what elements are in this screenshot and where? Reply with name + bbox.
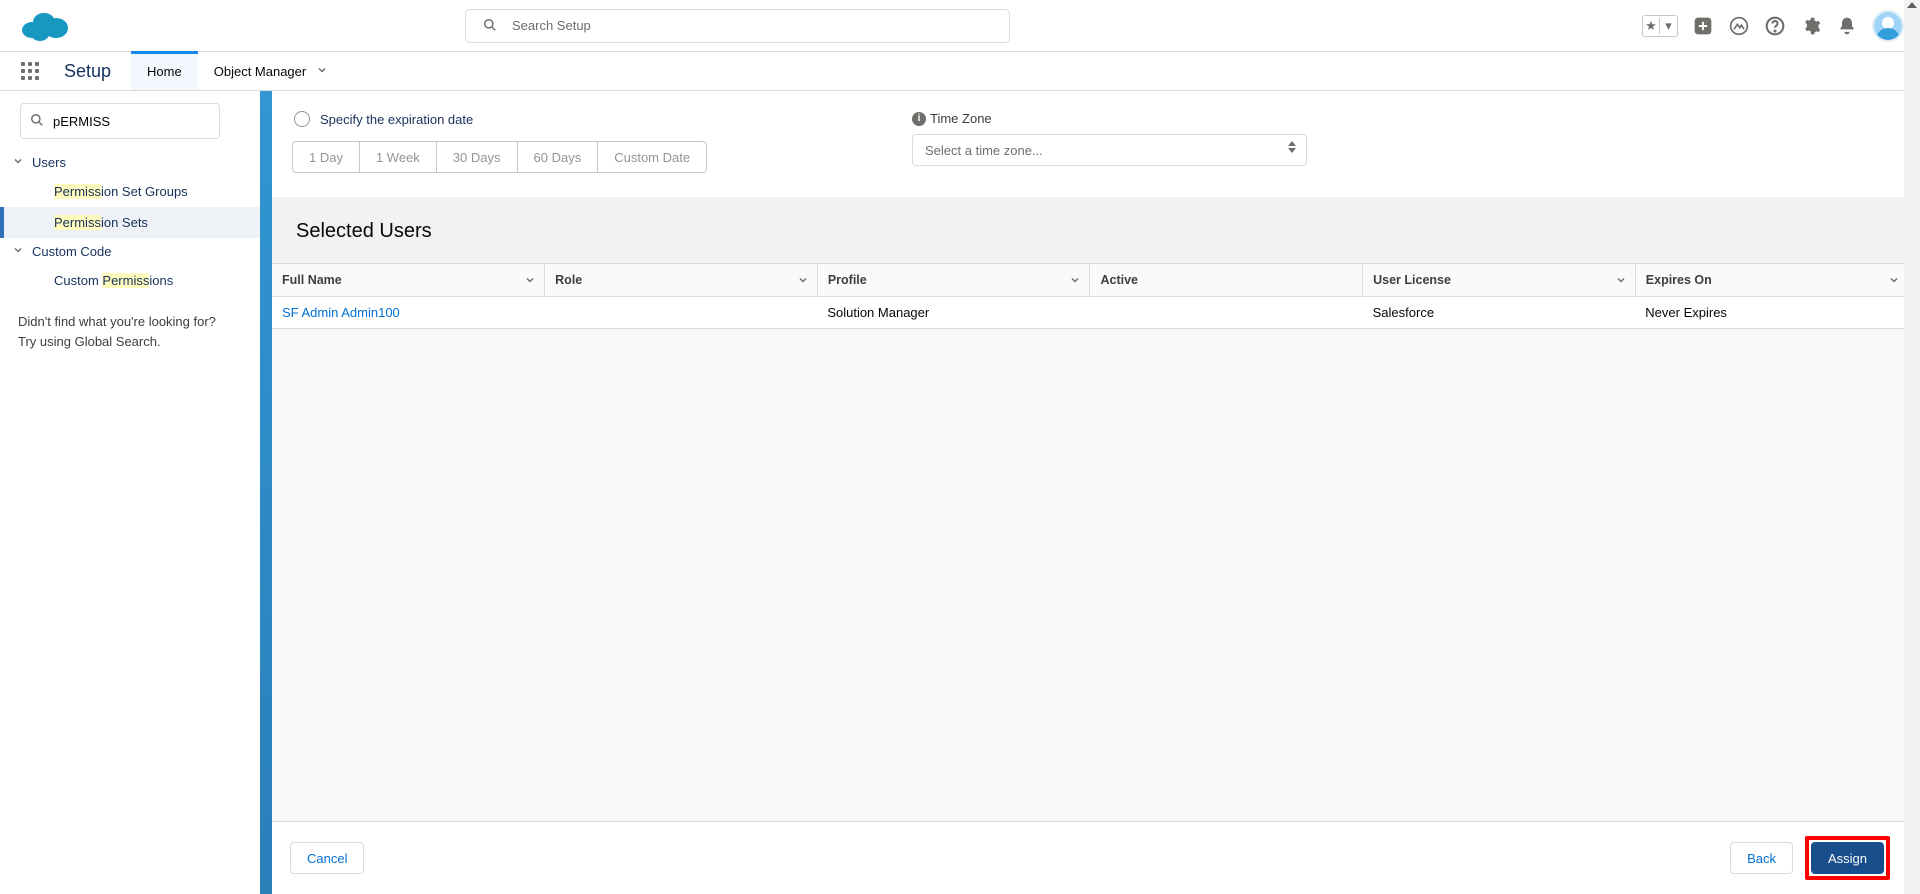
sidebar-section-users[interactable]: Users bbox=[0, 149, 260, 176]
expiration-radio[interactable] bbox=[294, 111, 310, 127]
tab-home[interactable]: Home bbox=[131, 52, 198, 90]
row-role bbox=[545, 296, 818, 328]
search-icon bbox=[30, 113, 44, 130]
trailhead-icon[interactable] bbox=[1728, 15, 1750, 37]
duration-60days[interactable]: 60 Days bbox=[518, 141, 599, 173]
sidebar-item-custom-permissions[interactable]: Custom Permissions bbox=[0, 265, 260, 296]
app-name: Setup bbox=[44, 52, 131, 90]
chevron-down-icon[interactable] bbox=[524, 274, 536, 289]
main-canvas: Specify the expiration date 1 Day 1 Week… bbox=[272, 91, 1908, 894]
info-icon: i bbox=[912, 112, 926, 126]
chevron-down-icon bbox=[12, 155, 24, 170]
row-license: Salesforce bbox=[1363, 296, 1636, 328]
duration-button-group: 1 Day 1 Week 30 Days 60 Days Custom Date bbox=[292, 141, 892, 173]
favorites-dropdown[interactable]: ★ ▾ bbox=[1642, 15, 1678, 37]
cancel-button[interactable]: Cancel bbox=[290, 842, 364, 874]
sidebar-quickfind-input[interactable] bbox=[20, 103, 220, 139]
help-icon[interactable] bbox=[1764, 15, 1786, 37]
sidebar-section-custom-code-label: Custom Code bbox=[32, 244, 111, 259]
salesforce-logo bbox=[18, 8, 70, 44]
duration-30days[interactable]: 30 Days bbox=[437, 141, 518, 173]
selected-users-table: Full Name Role Profile Active User Licen… bbox=[272, 264, 1908, 329]
duration-1week[interactable]: 1 Week bbox=[360, 141, 437, 173]
global-search-input[interactable] bbox=[465, 9, 1010, 43]
assign-button[interactable]: Assign bbox=[1811, 842, 1884, 874]
browser-scrollbar[interactable] bbox=[1904, 0, 1920, 894]
app-launcher-icon[interactable] bbox=[16, 52, 44, 90]
row-profile: Solution Manager bbox=[817, 296, 1090, 328]
footer-actions: Cancel Back Assign bbox=[272, 821, 1908, 894]
timezone-value: Select a time zone... bbox=[925, 143, 1043, 158]
tab-object-manager-label: Object Manager bbox=[214, 64, 307, 79]
setup-gear-icon[interactable] bbox=[1800, 15, 1822, 37]
search-icon bbox=[483, 18, 497, 35]
chevron-down-icon bbox=[316, 64, 328, 79]
user-avatar[interactable] bbox=[1872, 10, 1904, 42]
row-active bbox=[1090, 296, 1363, 328]
tab-object-manager[interactable]: Object Manager bbox=[198, 52, 345, 90]
back-button[interactable]: Back bbox=[1730, 842, 1793, 874]
timezone-select[interactable]: Select a time zone... bbox=[912, 134, 1307, 166]
duration-custom[interactable]: Custom Date bbox=[598, 141, 707, 173]
col-profile[interactable]: Profile bbox=[817, 264, 1090, 296]
chevron-down-icon[interactable] bbox=[1615, 274, 1627, 289]
col-full-name[interactable]: Full Name bbox=[272, 264, 545, 296]
chevron-down-icon[interactable] bbox=[1888, 274, 1900, 289]
star-icon: ★ bbox=[1645, 18, 1657, 34]
sidebar-help-text: Didn't find what you're looking for? Try… bbox=[0, 296, 260, 351]
table-row: SF Admin Admin100 Solution Manager Sales… bbox=[272, 296, 1908, 328]
col-expires-on[interactable]: Expires On bbox=[1635, 264, 1908, 296]
chevron-down-icon[interactable] bbox=[797, 274, 809, 289]
spinner-icon bbox=[1288, 141, 1296, 153]
chevron-down-icon: ▾ bbox=[1665, 18, 1672, 34]
chevron-down-icon[interactable] bbox=[1069, 274, 1081, 289]
header-actions: ★ ▾ bbox=[1642, 10, 1904, 42]
row-expires: Never Expires bbox=[1635, 296, 1908, 328]
notifications-bell-icon[interactable] bbox=[1836, 15, 1858, 37]
add-icon[interactable] bbox=[1692, 15, 1714, 37]
col-user-license[interactable]: User License bbox=[1363, 264, 1636, 296]
context-bar: Setup Home Object Manager bbox=[0, 52, 1920, 91]
assign-button-highlight: Assign bbox=[1805, 836, 1890, 880]
chevron-down-icon bbox=[12, 244, 24, 259]
duration-1day[interactable]: 1 Day bbox=[292, 141, 360, 173]
row-full-name-link[interactable]: SF Admin Admin100 bbox=[282, 305, 400, 320]
sidebar-section-custom-code[interactable]: Custom Code bbox=[0, 238, 260, 265]
setup-sidebar: Users Permission Set Groups Permission S… bbox=[0, 91, 260, 894]
expiration-label: Specify the expiration date bbox=[320, 112, 473, 127]
global-header: ★ ▾ bbox=[0, 0, 1920, 52]
selected-users-heading: Selected Users bbox=[272, 197, 1908, 263]
sidebar-item-permission-set-groups[interactable]: Permission Set Groups bbox=[0, 176, 260, 207]
sidebar-section-users-label: Users bbox=[32, 155, 66, 170]
tab-home-label: Home bbox=[147, 64, 182, 79]
col-role[interactable]: Role bbox=[545, 264, 818, 296]
timezone-label: Time Zone bbox=[930, 111, 992, 126]
sidebar-item-permission-sets[interactable]: Permission Sets bbox=[0, 207, 260, 238]
col-active[interactable]: Active bbox=[1090, 264, 1363, 296]
